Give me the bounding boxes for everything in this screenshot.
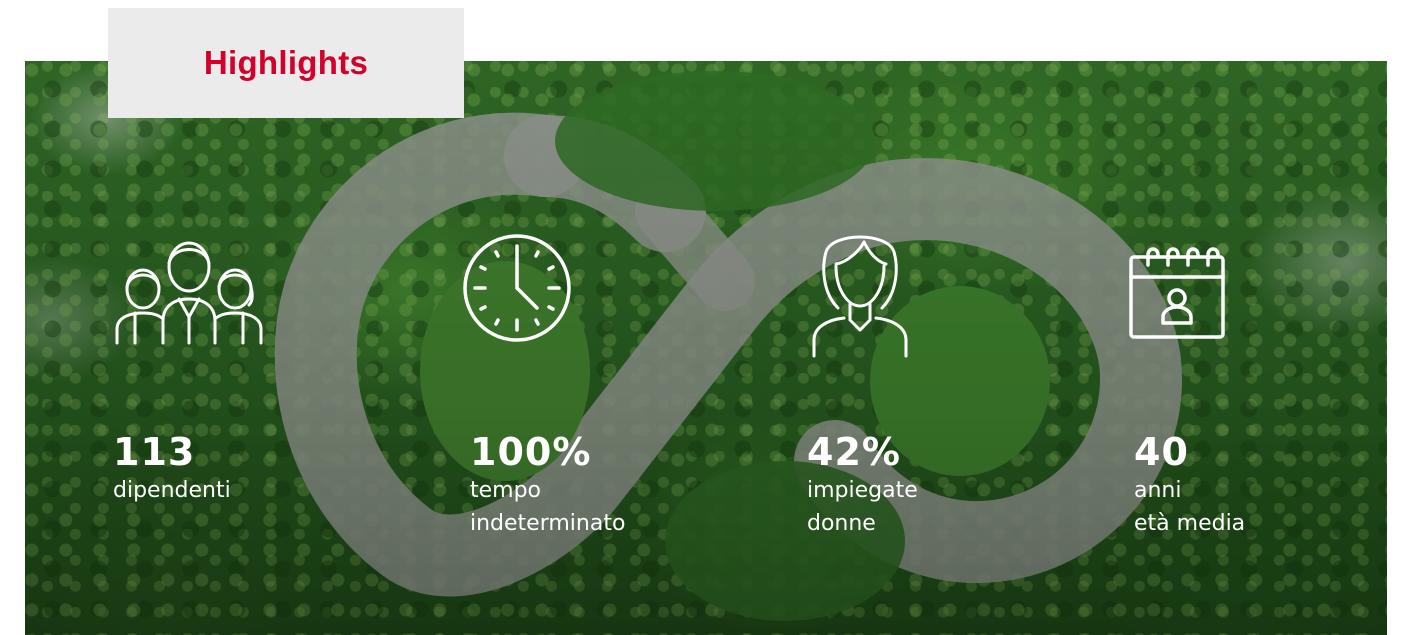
stat-average-age: 40 anni età media <box>1134 430 1245 540</box>
woman-icon <box>808 222 912 358</box>
stat-label: tempo <box>470 478 542 503</box>
stat-permanent-contract: 100% tempo indeterminato <box>470 430 625 540</box>
banner-shade <box>25 61 1387 635</box>
stat-value: 100% <box>470 430 592 474</box>
stat-value: 40 <box>1134 430 1189 474</box>
stat-label: impiegate <box>807 478 918 503</box>
section-title-box: Highlights <box>108 8 464 118</box>
stat-value: 113 <box>113 430 196 474</box>
clock-icon <box>461 232 573 344</box>
people-group-icon <box>113 235 265 347</box>
stat-value: 42% <box>807 430 901 474</box>
section-title: Highlights <box>203 44 369 81</box>
stat-label-line2: donne <box>807 511 876 536</box>
stat-label-line2: età media <box>1134 511 1246 536</box>
stat-women-employees: 42% impiegate donne <box>807 430 918 540</box>
stat-label: anni <box>1134 478 1182 503</box>
stat-label: dipendenti <box>113 478 231 503</box>
hero-banner <box>25 61 1387 635</box>
calendar-person-icon <box>1128 243 1226 339</box>
stat-label-line2: indeterminato <box>470 511 626 536</box>
stat-employees: 113 dipendenti <box>113 430 231 507</box>
